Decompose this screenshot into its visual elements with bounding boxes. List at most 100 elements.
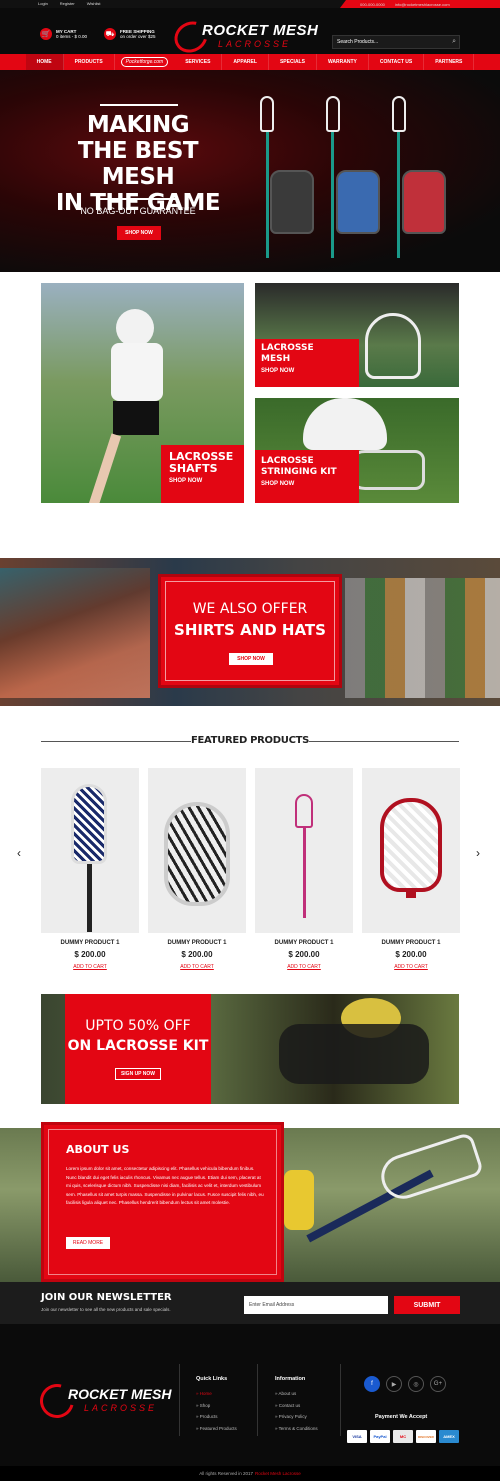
category-mesh[interactable]: LACROSSE MESH SHOP NOW bbox=[255, 283, 459, 387]
quick-links-title: Quick Links bbox=[196, 1376, 228, 1382]
information-list: » About us » Contact us » Privacy Policy… bbox=[275, 1388, 318, 1434]
nav-contact[interactable]: CONTACT US bbox=[369, 54, 425, 70]
offer-box: WE ALSO OFFER SHIRTS AND HATS SHOP NOW bbox=[158, 574, 342, 688]
add-to-cart-link[interactable]: ADD TO CART bbox=[148, 964, 246, 970]
category-title: MESH bbox=[261, 354, 291, 364]
footer-link[interactable]: » Shop bbox=[196, 1400, 237, 1412]
category-tag: LACROSSE MESH SHOP NOW bbox=[255, 339, 359, 387]
offer-banner: WE ALSO OFFER SHIRTS AND HATS SHOP NOW bbox=[0, 558, 500, 706]
category-cta[interactable]: SHOP NOW bbox=[169, 478, 244, 484]
about-box: ABOUT US Lorem ipsum dolor sit amet, con… bbox=[41, 1122, 284, 1282]
copyright-brand-link[interactable]: Rocket Mesh Lacrosse bbox=[255, 1471, 301, 1476]
paypal-icon: PayPal bbox=[370, 1430, 390, 1443]
category-tag: LACROSSE SHAFTS SHOP NOW bbox=[161, 445, 244, 503]
footer-link[interactable]: » Contact us bbox=[275, 1400, 318, 1412]
nav-home[interactable]: HOME bbox=[25, 54, 64, 70]
newsletter-submit-button[interactable]: SUBMIT bbox=[394, 1296, 460, 1314]
product-price: $ 200.00 bbox=[74, 950, 106, 959]
google-plus-icon[interactable]: G+ bbox=[430, 1376, 446, 1392]
hero-subtitle: NO BAG-OUT GUARANTEE bbox=[80, 206, 196, 216]
product-image[interactable] bbox=[362, 768, 460, 933]
about-read-more-button[interactable]: READ MORE bbox=[66, 1237, 110, 1249]
product-price: $ 200.00 bbox=[181, 950, 213, 959]
youtube-icon[interactable]: ▶ bbox=[386, 1376, 402, 1392]
about-section: ABOUT US Lorem ipsum dolor sit amet, con… bbox=[0, 1122, 500, 1282]
promo-signup-button[interactable]: SIGN UP NOW bbox=[115, 1068, 161, 1080]
nav-specials[interactable]: SPECIALS bbox=[269, 54, 317, 70]
offer-shop-button[interactable]: SHOP NOW bbox=[229, 653, 273, 665]
footer-link[interactable]: » Products bbox=[196, 1411, 237, 1423]
site-footer: ROCKET MESH LACROSSE Quick Links » Home … bbox=[0, 1324, 500, 1466]
mini-cart[interactable]: 🛒 MY CART 0 items - $ 0.00 bbox=[40, 28, 87, 40]
contact-strip: 000-000-0000 info@rocketmeshlacrosse.com bbox=[340, 0, 500, 8]
hero-title-line: THE BEST MESH bbox=[77, 138, 199, 190]
category-stringing-kit[interactable]: LACROSSE STRINGING KIT SHOP NOW bbox=[255, 398, 459, 503]
search-input[interactable]: Search Products... ⌕ bbox=[332, 35, 460, 49]
category-cta[interactable]: SHOP NOW bbox=[261, 481, 359, 487]
add-to-cart-link[interactable]: ADD TO CART bbox=[255, 964, 353, 970]
discover-icon: DISCOVER bbox=[416, 1430, 436, 1443]
email-address[interactable]: info@rocketmeshlacrosse.com bbox=[395, 2, 450, 7]
site-header: 🛒 MY CART 0 items - $ 0.00 ⛟ FREE SHIPPI… bbox=[0, 8, 500, 59]
product-name[interactable]: DUMMY PRODUCT 1 bbox=[362, 940, 460, 946]
product-price: $ 200.00 bbox=[395, 950, 427, 959]
product-card[interactable]: DUMMY PRODUCT 1 $ 200.00 ADD TO CART bbox=[362, 768, 460, 978]
product-name[interactable]: DUMMY PRODUCT 1 bbox=[148, 940, 246, 946]
facebook-icon[interactable]: f bbox=[364, 1376, 380, 1392]
wishlist-link[interactable]: Wishlist bbox=[87, 1, 101, 6]
product-card[interactable]: DUMMY PRODUCT 1 $ 200.00 ADD TO CART bbox=[255, 768, 353, 978]
cart-icon: 🛒 bbox=[40, 28, 52, 40]
featured-heading: FEATURED PRODUCTS bbox=[0, 733, 500, 749]
nav-services[interactable]: SERVICES bbox=[174, 54, 223, 70]
register-link[interactable]: Register bbox=[60, 1, 75, 6]
truck-icon: ⛟ bbox=[104, 28, 116, 40]
shipping-info: ⛟ FREE SHIPPING on order over $25 bbox=[104, 28, 156, 40]
quick-links-list: » Home » Shop » Products » Featured Prod… bbox=[196, 1388, 237, 1434]
logo-subtitle: LACROSSE bbox=[218, 39, 292, 49]
category-title: SHAFTS bbox=[169, 462, 218, 475]
product-name[interactable]: DUMMY PRODUCT 1 bbox=[41, 940, 139, 946]
footer-link[interactable]: » Privacy Policy bbox=[275, 1411, 318, 1423]
footer-link[interactable]: » Home bbox=[196, 1388, 237, 1400]
phone-number: 000-000-0000 bbox=[360, 1, 385, 7]
carousel-next-button[interactable]: › bbox=[476, 846, 480, 860]
category-cta[interactable]: SHOP NOW bbox=[261, 368, 359, 374]
nav-apparel[interactable]: APPAREL bbox=[222, 54, 269, 70]
add-to-cart-link[interactable]: ADD TO CART bbox=[362, 964, 460, 970]
product-image[interactable] bbox=[148, 768, 246, 933]
product-name[interactable]: DUMMY PRODUCT 1 bbox=[255, 940, 353, 946]
carousel-prev-button[interactable]: ‹ bbox=[17, 846, 21, 860]
nav-products[interactable]: PRODUCTS bbox=[64, 54, 115, 70]
promo-banner: UPTO 50% OFF ON LACROSSE KIT SIGN UP NOW bbox=[41, 994, 459, 1104]
search-icon[interactable]: ⌕ bbox=[452, 38, 456, 46]
promo-box: UPTO 50% OFF ON LACROSSE KIT SIGN UP NOW bbox=[65, 994, 211, 1104]
partner-badge[interactable]: Pocketforge.com bbox=[120, 57, 169, 67]
hero-title-line: MAKING bbox=[86, 112, 190, 138]
product-card[interactable]: DUMMY PRODUCT 1 $ 200.00 ADD TO CART bbox=[41, 768, 139, 978]
newsletter-email-input[interactable]: Enter Email Address bbox=[244, 1296, 388, 1314]
product-card[interactable]: DUMMY PRODUCT 1 $ 200.00 ADD TO CART bbox=[148, 768, 246, 978]
footer-logo[interactable]: ROCKET MESH LACROSSE bbox=[33, 1377, 180, 1428]
site-logo[interactable]: ROCKET MESH LACROSSE bbox=[168, 15, 336, 59]
hero-shop-button[interactable]: SHOP NOW bbox=[117, 226, 161, 240]
promo-line-2: ON LACROSSE KIT bbox=[67, 1038, 209, 1054]
nav-warranty[interactable]: WARRANTY bbox=[317, 54, 369, 70]
footer-link[interactable]: » About us bbox=[275, 1388, 318, 1400]
newsletter-section: JOIN OUR NEWSLETTER Join our newsletter … bbox=[0, 1282, 500, 1324]
hero-rule-top bbox=[100, 104, 178, 106]
category-shafts[interactable]: LACROSSE SHAFTS SHOP NOW bbox=[41, 283, 244, 503]
nav-partners[interactable]: PARTNERS bbox=[424, 54, 475, 70]
shipping-detail: on order over $25 bbox=[120, 34, 156, 39]
footer-link[interactable]: » Terms & Conditions bbox=[275, 1423, 318, 1435]
product-image[interactable] bbox=[41, 768, 139, 933]
footer-link[interactable]: » Featured Products bbox=[196, 1423, 237, 1435]
footer-logo-title: ROCKET MESH bbox=[68, 1386, 172, 1402]
account-links: Login Register Wishlist bbox=[38, 1, 100, 6]
product-image[interactable] bbox=[255, 768, 353, 933]
instagram-icon[interactable]: ◎ bbox=[408, 1376, 424, 1392]
add-to-cart-link[interactable]: ADD TO CART bbox=[41, 964, 139, 970]
login-link[interactable]: Login bbox=[38, 1, 48, 6]
logo-title: ROCKET MESH bbox=[202, 22, 319, 39]
newsletter-text: Join our newsletter to see all the new p… bbox=[41, 1307, 171, 1312]
about-title: ABOUT US bbox=[66, 1143, 130, 1156]
